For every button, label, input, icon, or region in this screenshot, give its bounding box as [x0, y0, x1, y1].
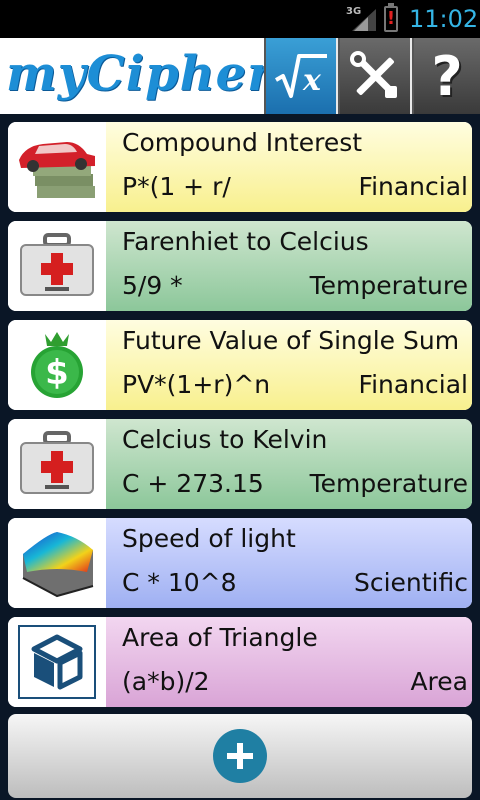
formula-button[interactable]: x	[264, 38, 336, 114]
formula-expression: (a*b)/2	[122, 667, 210, 696]
tools-icon	[350, 51, 397, 98]
formula-category: Area	[410, 667, 468, 696]
formula-expression: C + 273.15	[122, 469, 264, 498]
formula-item[interactable]: $ Future Value of Single Sum PV*(1+r)^n …	[8, 320, 472, 410]
formula-expression: P*(1 + r/	[122, 172, 231, 201]
formula-category: Financial	[358, 370, 468, 399]
clock: 11:02	[409, 5, 479, 33]
status-bar: 3G ! 11:02	[0, 0, 480, 38]
add-formula-bar	[8, 714, 472, 798]
dollar-coin-icon: $	[8, 320, 106, 410]
svg-text:x: x	[302, 63, 322, 98]
plus-icon	[227, 743, 253, 769]
formula-title: Farenhiet to Celcius	[122, 227, 369, 256]
formula-title: Future Value of Single Sum	[122, 326, 460, 355]
formula-category: Temperature	[309, 469, 468, 498]
formula-category: Financial	[358, 172, 468, 201]
logo-text: myCipher	[6, 46, 264, 102]
app-logo: myCipher	[0, 38, 264, 114]
formula-item[interactable]: Speed of light C * 10^8 Scientific	[8, 518, 472, 608]
formula-category: Temperature	[309, 271, 468, 300]
formula-item[interactable]: Compound Interest P*(1 + r/ Financial	[8, 122, 472, 212]
formula-item[interactable]: Celcius to Kelvin C + 273.15 Temperature	[8, 419, 472, 509]
cube-icon	[8, 617, 106, 707]
svg-text:$: $	[45, 353, 69, 393]
car-money-icon	[8, 122, 106, 212]
add-formula-button[interactable]	[213, 729, 267, 783]
settings-button[interactable]	[338, 38, 410, 114]
help-icon: ?	[431, 44, 463, 108]
formula-title: Celcius to Kelvin	[122, 425, 328, 454]
medical-kit-icon	[8, 221, 106, 311]
help-button[interactable]: ?	[412, 38, 480, 114]
formula-expression: C * 10^8	[122, 568, 237, 597]
formula-item[interactable]: Farenhiet to Celcius 5/9 * Temperature	[8, 221, 472, 311]
formula-title: Compound Interest	[122, 128, 363, 157]
formula-expression: PV*(1+r)^n	[122, 370, 271, 399]
app-header: myCipher x ?	[0, 38, 480, 116]
medical-kit-icon	[8, 419, 106, 509]
battery-icon: !	[384, 3, 398, 32]
formula-title: Speed of light	[122, 524, 296, 553]
formula-category: Scientific	[353, 568, 468, 597]
formula-expression: 5/9 *	[122, 271, 183, 300]
formula-item[interactable]: Area of Triangle (a*b)/2 Area	[8, 617, 472, 707]
formula-title: Area of Triangle	[122, 623, 318, 652]
surface-plot-icon	[8, 518, 106, 608]
signal-icon	[352, 9, 376, 31]
sqrt-x-icon: x	[275, 54, 327, 98]
